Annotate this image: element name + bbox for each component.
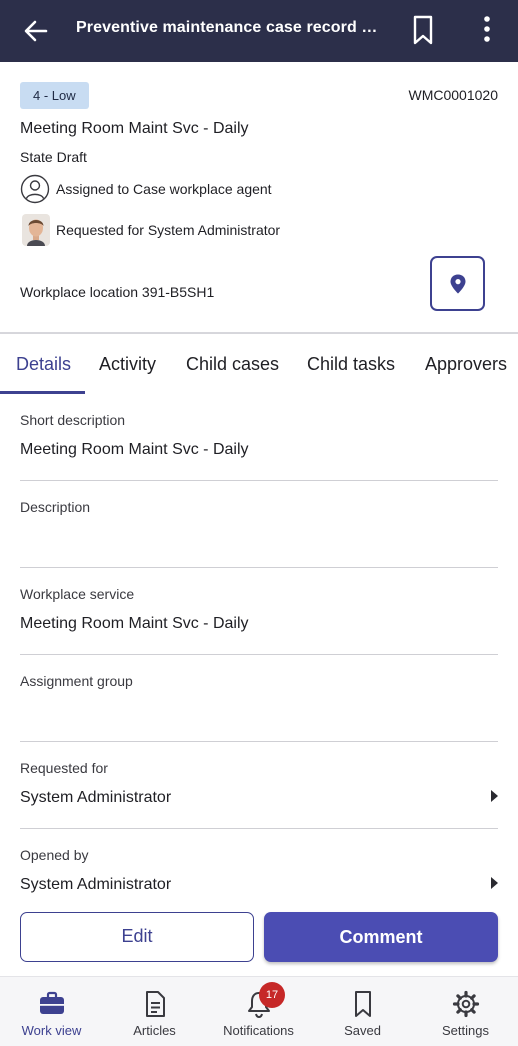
tab-child-cases[interactable]: Child cases	[186, 354, 279, 375]
document-icon	[145, 991, 165, 1017]
record-number: WMC0001020	[408, 87, 499, 103]
record-header: 4 - Low WMC0001020 Meeting Room Maint Sv…	[0, 62, 518, 332]
tab-child-tasks[interactable]: Child tasks	[307, 354, 395, 375]
edit-button[interactable]: Edit	[20, 912, 254, 962]
page-title: Preventive maintenance case record scre.…	[76, 19, 386, 36]
field-value: System Administrator	[20, 789, 172, 806]
field-requested-for[interactable]: Requested for System Administrator	[20, 742, 498, 829]
assigned-to-row: Assigned to Case workplace agent	[20, 174, 420, 206]
details-list: Short description Meeting Room Maint Svc…	[0, 394, 518, 898]
field-workplace-service: Workplace service Meeting Room Maint Svc…	[20, 568, 498, 655]
action-bar: Edit Comment	[0, 898, 518, 976]
chevron-right-icon	[491, 790, 498, 802]
nav-notifications[interactable]: Notifications	[207, 977, 310, 1046]
comment-button[interactable]: Comment	[264, 912, 498, 962]
field-value: Meeting Room Maint Svc - Daily	[20, 615, 249, 632]
field-short-description: Short description Meeting Room Maint Svc…	[20, 394, 498, 481]
notification-count-badge: 17	[259, 982, 285, 1008]
field-value: System Administrator	[20, 876, 172, 893]
nav-label: Notifications	[223, 1023, 294, 1038]
chevron-right-icon	[491, 877, 498, 889]
app-bar: Preventive maintenance case record scre.…	[0, 0, 518, 62]
nav-saved[interactable]: Saved	[311, 977, 414, 1046]
requested-for-row: Requested for System Administrator	[20, 214, 420, 246]
briefcase-icon	[39, 991, 64, 1014]
nav-work-view[interactable]: Work view	[0, 977, 103, 1046]
nav-label: Settings	[442, 1023, 489, 1038]
field-label: Short description	[20, 412, 126, 428]
tab-approvers[interactable]: Approvers	[425, 354, 507, 375]
field-label: Requested for	[20, 760, 108, 776]
nav-articles[interactable]: Articles	[103, 977, 206, 1046]
field-opened-by[interactable]: Opened by System Administrator	[20, 829, 498, 898]
field-label: Description	[20, 499, 91, 515]
field-label: Opened by	[20, 847, 89, 863]
requested-for-text: Requested for System Administrator	[56, 222, 281, 238]
field-assignment-group: Assignment group	[20, 655, 498, 742]
field-value: Meeting Room Maint Svc - Daily	[20, 441, 249, 458]
map-location-button[interactable]	[430, 256, 485, 311]
priority-badge: 4 - Low	[20, 82, 89, 109]
nav-settings[interactable]: Settings	[414, 977, 517, 1046]
tab-bar: Details Activity Child cases Child tasks…	[0, 334, 518, 394]
nav-label: Articles	[133, 1023, 176, 1038]
bookmark-icon	[354, 991, 371, 1017]
back-arrow-icon[interactable]	[20, 15, 52, 47]
avatar	[22, 214, 50, 246]
bookmark-icon[interactable]	[408, 13, 438, 47]
user-icon	[20, 174, 50, 204]
location-pin-icon	[450, 274, 466, 294]
bottom-navigation: Work view Articles Notifications Saved S…	[0, 976, 518, 1046]
record-state: State Draft	[20, 149, 87, 165]
field-label: Workplace service	[20, 586, 135, 602]
record-title: Meeting Room Maint Svc - Daily	[20, 120, 249, 137]
tab-activity[interactable]: Activity	[99, 354, 156, 375]
assigned-to-text: Assigned to Case workplace agent	[56, 181, 272, 197]
nav-label: Work view	[21, 1023, 82, 1038]
workplace-location: Workplace location 391-B5SH1	[20, 284, 215, 300]
field-description: Description	[20, 481, 498, 568]
field-label: Assignment group	[20, 673, 133, 689]
gear-icon	[452, 990, 479, 1018]
tab-details[interactable]: Details	[16, 354, 71, 375]
more-vertical-icon[interactable]	[474, 13, 500, 47]
nav-label: Saved	[344, 1023, 381, 1038]
